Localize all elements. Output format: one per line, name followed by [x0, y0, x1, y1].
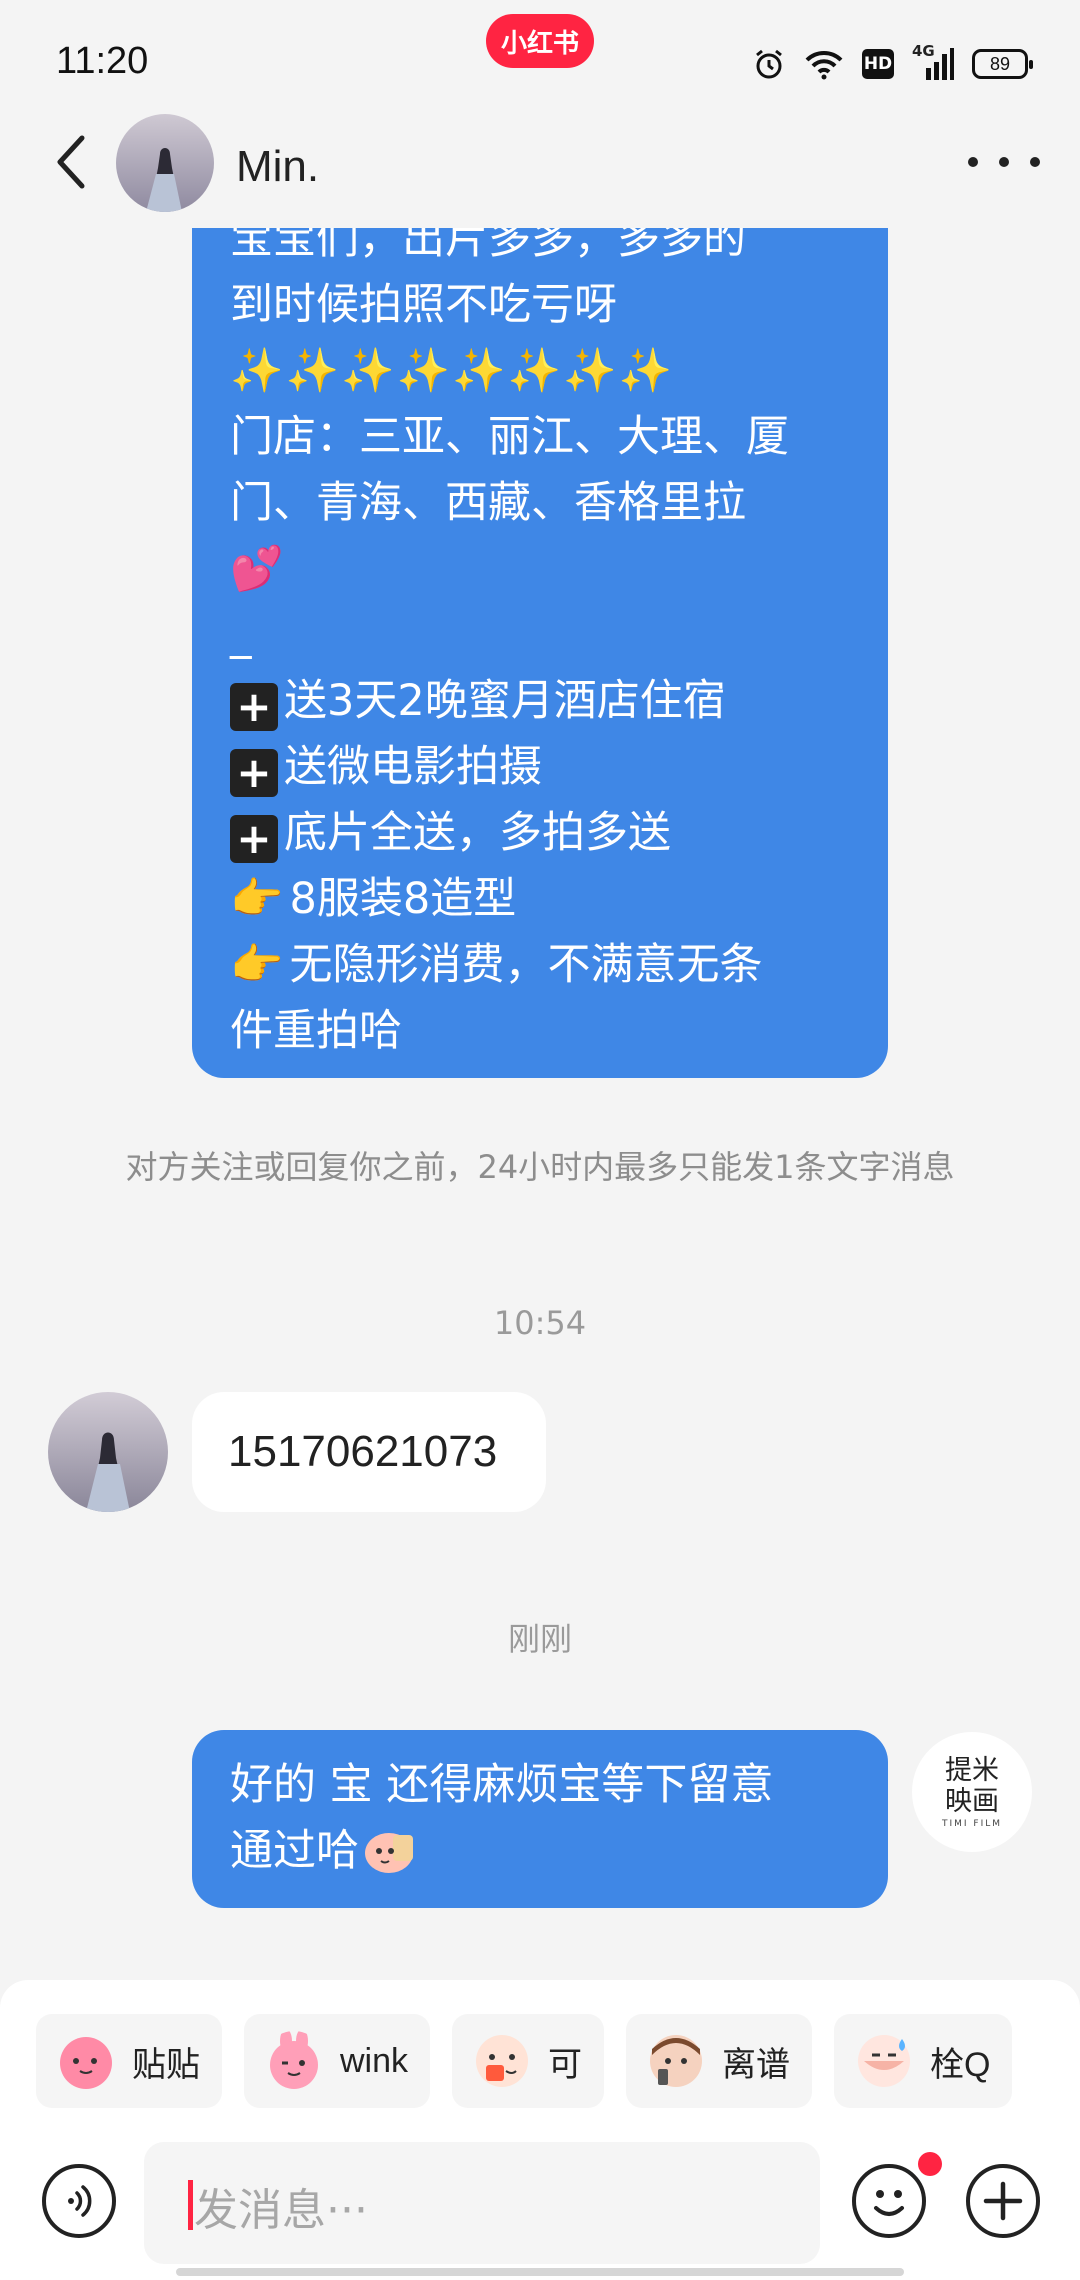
message-line: _	[230, 610, 252, 660]
system-notice: 对方关注或回复你之前，24小时内最多只能发1条文字消息	[125, 1148, 955, 1186]
heart-icon: 💕	[230, 544, 284, 594]
sticker-chip[interactable]: 贴贴	[36, 2014, 222, 2108]
message-line: 宝宝们，出片多多，多多的	[230, 228, 746, 264]
status-time: 11:20	[56, 40, 149, 82]
message-line: 通过哈	[230, 1818, 850, 1884]
sticker-label: 可	[548, 2045, 583, 2084]
sticker-icon	[476, 2035, 529, 2087]
plus-icon	[983, 2181, 1023, 2221]
input-placeholder: 发消息···	[194, 2185, 368, 2236]
received-message-bubble[interactable]: 15170621073	[192, 1392, 546, 1512]
shop-logo-line: 映画	[945, 1786, 999, 1817]
emoji-button[interactable]	[852, 2164, 926, 2238]
sticker-label: wink	[340, 2041, 409, 2080]
plus-emoji-icon: +	[230, 815, 278, 863]
message-input[interactable]: 发消息···	[144, 2142, 820, 2264]
more-dot	[999, 157, 1009, 167]
sticker-emoji-icon	[365, 1833, 413, 1873]
sticker-suggestions[interactable]: 贴贴 wink 可 离谱 栓Q	[36, 2014, 1080, 2112]
sticker-icon	[60, 2037, 112, 2089]
message-text: 底片全送，多拍多送	[284, 808, 671, 858]
message-line: 门、青海、西藏、香格里拉	[230, 478, 746, 528]
battery-icon: 89	[972, 49, 1033, 79]
sent-message-bubble[interactable]: 好的 宝 还得麻烦宝等下留意 通过哈	[192, 1730, 888, 1908]
message-line: + 送微电影拍摄	[230, 734, 850, 800]
voice-button[interactable]	[42, 2164, 116, 2238]
message-input-row: 发消息···	[0, 2142, 1080, 2268]
sticker-label: 栓Q	[930, 2045, 991, 2084]
sticker-icon	[270, 2031, 318, 2089]
more-actions-button[interactable]	[966, 2164, 1040, 2238]
sticker-label: 贴贴	[132, 2045, 200, 2084]
home-indicator[interactable]	[176, 2268, 904, 2276]
timestamp: 刚刚	[507, 1620, 572, 1658]
contact-avatar[interactable]	[48, 1392, 168, 1512]
sticker-label: 离谱	[722, 2045, 791, 2084]
network-label: 4G	[912, 42, 935, 60]
pointing-hand-icon: 👉	[230, 940, 284, 990]
sticker-chip[interactable]: 栓Q	[834, 2014, 1013, 2108]
message-line: 👉 无隐形消费，不满意无条	[230, 932, 850, 998]
shop-logo-subtitle: TIMI FILM	[941, 1819, 1003, 1829]
message-line: 到时候拍照不吃亏呀	[230, 280, 617, 330]
message-line: 好的 宝 还得麻烦宝等下留意	[230, 1760, 774, 1810]
text-caret	[188, 2180, 193, 2230]
contact-name: Min.	[236, 142, 320, 191]
back-button[interactable]	[44, 132, 104, 192]
hd-icon: HD	[862, 49, 894, 79]
sticker-chip[interactable]: 离谱	[626, 2014, 813, 2108]
sticker-icon	[858, 2035, 911, 2087]
plus-emoji-icon: +	[230, 683, 278, 731]
pointing-hand-icon: 👉	[230, 874, 284, 924]
more-dot	[968, 157, 978, 167]
composer-panel: 贴贴 wink 可 离谱 栓Q 发消息···	[0, 1980, 1080, 2280]
more-options-button[interactable]	[968, 140, 1040, 184]
my-avatar[interactable]: 提米 映画 TIMI FILM	[912, 1732, 1032, 1852]
voice-icon	[68, 2185, 92, 2217]
message-text: 8服装8造型	[289, 874, 517, 924]
message-line: + 送3天2晚蜜月酒店住宿	[230, 668, 850, 734]
contact-avatar[interactable]	[116, 114, 214, 212]
notification-dot	[918, 2152, 942, 2176]
message-line: 门店：三亚、丽江、大理、厦	[230, 412, 789, 462]
message-text: 无隐形消费，不满意无条	[289, 940, 763, 990]
signal-4g-icon: 4G	[912, 42, 954, 82]
wifi-icon	[804, 48, 844, 80]
sticker-chip[interactable]: wink	[244, 2014, 431, 2108]
message-text: 送微电影拍摄	[284, 742, 542, 792]
app-badge: 小红书	[486, 14, 594, 68]
shop-logo-line: 提米	[945, 1755, 999, 1786]
message-line: 👉 8服装8造型	[230, 866, 850, 932]
message-text: 通过哈	[230, 1826, 359, 1876]
smiley-icon	[874, 2190, 904, 2216]
message-text: 送3天2晚蜜月酒店住宿	[284, 676, 726, 726]
message-line: 件重拍哈	[230, 1006, 402, 1056]
sticker-icon	[650, 2035, 703, 2087]
status-icons: HD 4G 89	[752, 42, 1033, 84]
timestamp: 10:54	[493, 1304, 587, 1342]
alarm-icon	[752, 47, 786, 81]
chat-header: Min.	[0, 110, 1080, 214]
message-line: + 底片全送，多拍多送	[230, 800, 850, 866]
sent-message-bubble[interactable]: 宝宝们，出片多多，多多的 到时候拍照不吃亏呀 ✨✨✨✨✨✨✨✨ 门店：三亚、丽江…	[192, 228, 888, 1078]
plus-emoji-icon: +	[230, 749, 278, 797]
status-bar: 11:20 小红书 HD 4G 89	[0, 0, 1080, 120]
sparkle-icon: ✨✨✨✨✨✨✨✨	[230, 346, 675, 396]
chevron-left-icon	[57, 135, 85, 189]
chat-area[interactable]: 宝宝们，出片多多，多多的 到时候拍照不吃亏呀 ✨✨✨✨✨✨✨✨ 门店：三亚、丽江…	[0, 228, 1080, 1980]
sticker-chip[interactable]: 可	[452, 2014, 605, 2108]
more-dot	[1030, 157, 1040, 167]
